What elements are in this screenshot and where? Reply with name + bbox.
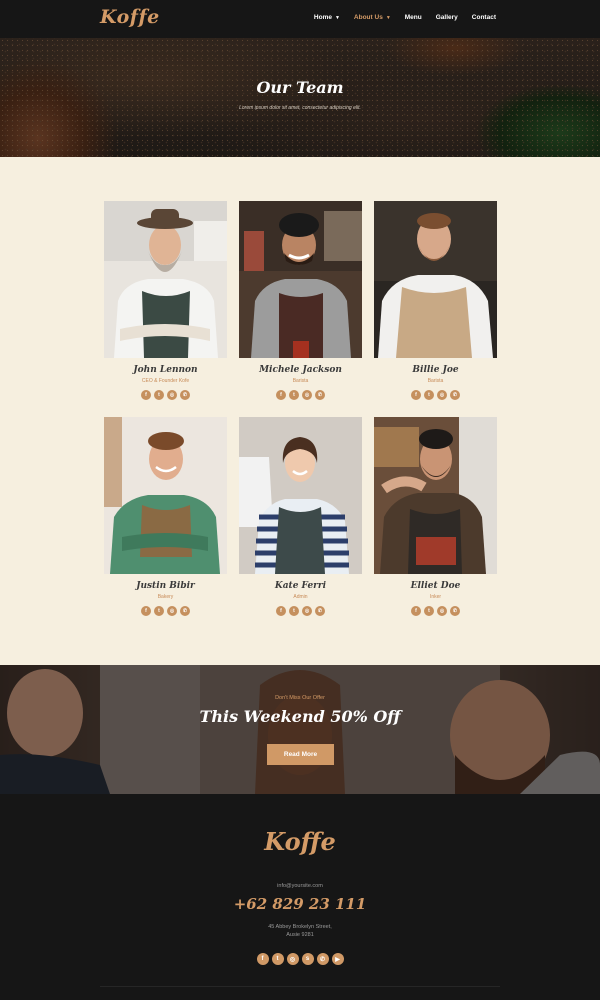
whatsapp-icon[interactable]: ✆ — [450, 606, 460, 616]
facebook-icon[interactable]: f — [141, 390, 151, 400]
nav-about-us-label: About Us — [353, 14, 383, 21]
team-photo — [374, 201, 497, 358]
nav-home-label: Home — [313, 14, 332, 21]
twitter-icon[interactable]: t — [154, 606, 164, 616]
team-photo — [374, 417, 497, 574]
whatsapp-icon[interactable]: ✆ — [315, 390, 325, 400]
promo-banner: Don't Miss Our Offer This Weekend 50% Of… — [0, 665, 600, 794]
member-name: Kate Ferri — [274, 581, 327, 591]
site-logo[interactable]: Koffe — [100, 6, 160, 28]
site-footer: Koffe info@yoursite.com +62 829 23 111 4… — [0, 794, 600, 1000]
hero-banner: Our Team Lorem ipsum dolor sit amet, con… — [0, 38, 600, 157]
nav-contact[interactable]: Contact — [472, 14, 496, 21]
footer-email[interactable]: info@yoursite.com — [0, 883, 600, 889]
member-role: Bakery — [157, 594, 174, 600]
nav-about-us[interactable]: About Us ▼ — [354, 14, 391, 21]
member-socials: f t ◎ ✆ — [104, 390, 227, 400]
team-photo — [239, 417, 362, 574]
nav-contact-label: Contact — [471, 14, 496, 21]
promo-overlay — [0, 665, 600, 794]
member-role: Inker — [429, 594, 442, 600]
page-subtitle: Lorem ipsum dolor sit amet, consectetur … — [239, 105, 361, 111]
team-photo — [239, 201, 362, 358]
footer-phone[interactable]: +62 829 23 111 — [0, 895, 600, 913]
promo-tag: Don't Miss Our Offer — [275, 695, 325, 701]
instagram-icon[interactable]: ◎ — [302, 390, 312, 400]
nav-gallery-label: Gallery — [435, 14, 458, 21]
facebook-icon[interactable]: f — [276, 606, 286, 616]
twitter-icon[interactable]: t — [271, 953, 284, 965]
member-role: CEO & Founder Kofe — [141, 378, 190, 384]
team-card: Elliet Doe Inker f t ◎ ✆ — [374, 417, 497, 616]
team-photo — [104, 201, 227, 358]
twitter-icon[interactable]: t — [424, 606, 434, 616]
twitter-icon[interactable]: t — [289, 606, 299, 616]
read-more-button[interactable]: Read More — [267, 744, 334, 765]
nav-menu-label: Menu — [404, 14, 422, 21]
member-name: Justin Bibir — [136, 581, 195, 591]
main-nav: Home ▼ About Us ▼ Menu Gallery Contact — [300, 14, 496, 21]
instagram-icon[interactable]: ◎ — [302, 606, 312, 616]
member-name: Michele Jackson — [259, 365, 342, 375]
skype-icon[interactable]: s — [301, 953, 314, 965]
whatsapp-icon[interactable]: ✆ — [180, 606, 190, 616]
member-socials: f t ◎ ✆ — [104, 606, 227, 616]
instagram-icon[interactable]: ◎ — [167, 390, 177, 400]
member-socials: f t ◎ ✆ — [239, 390, 362, 400]
page-title: Our Team — [256, 78, 344, 97]
nav-gallery[interactable]: Gallery — [436, 14, 458, 21]
youtube-icon[interactable]: ▶ — [331, 953, 344, 965]
member-name: Elliet Doe — [410, 581, 461, 591]
twitter-icon[interactable]: t — [154, 390, 164, 400]
whatsapp-icon[interactable]: ✆ — [316, 953, 329, 965]
footer-socials: f t ◎ s ✆ ▶ — [0, 953, 600, 965]
member-name: Billie Joe — [412, 365, 459, 375]
instagram-icon[interactable]: ◎ — [437, 606, 447, 616]
site-header: Koffe Home ▼ About Us ▼ Menu Gallery Conta… — [0, 0, 600, 38]
twitter-icon[interactable]: t — [424, 390, 434, 400]
member-socials: f t ◎ ✆ — [239, 606, 362, 616]
coffee-beans-background — [0, 38, 600, 157]
chevron-down-icon: ▼ — [334, 14, 340, 21]
instagram-icon[interactable]: ◎ — [167, 606, 177, 616]
facebook-icon[interactable]: f — [141, 606, 151, 616]
footer-divider — [100, 986, 500, 987]
facebook-icon[interactable]: f — [276, 390, 286, 400]
member-role: Barista — [292, 378, 309, 384]
chevron-down-icon: ▼ — [385, 14, 391, 21]
team-card: Michele Jackson Barista f t ◎ ✆ — [239, 201, 362, 400]
member-socials: f t ◎ ✆ — [374, 606, 497, 616]
whatsapp-icon[interactable]: ✆ — [315, 606, 325, 616]
nav-home[interactable]: Home ▼ — [314, 14, 340, 21]
member-socials: f t ◎ ✆ — [374, 390, 497, 400]
footer-address-line2: Ausie 9281 — [286, 932, 314, 938]
team-card: John Lennon CEO & Founder Kofe f t ◎ ✆ — [104, 201, 227, 400]
instagram-icon[interactable]: ◎ — [286, 953, 299, 965]
member-name: John Lennon — [133, 365, 198, 375]
footer-logo[interactable]: Koffe — [0, 827, 600, 856]
member-role: Admin — [293, 594, 308, 600]
whatsapp-icon[interactable]: ✆ — [180, 390, 190, 400]
team-photo — [104, 417, 227, 574]
instagram-icon[interactable]: ◎ — [437, 390, 447, 400]
nav-menu[interactable]: Menu — [405, 14, 422, 21]
footer-address: 45 Abbey Brokelyn Street, Ausie 9281 — [0, 923, 600, 939]
facebook-icon[interactable]: f — [411, 390, 421, 400]
team-card: Billie Joe Barista f t ◎ ✆ — [374, 201, 497, 400]
facebook-icon[interactable]: f — [411, 606, 421, 616]
whatsapp-icon[interactable]: ✆ — [450, 390, 460, 400]
facebook-icon[interactable]: f — [256, 953, 269, 965]
promo-title: This Weekend 50% Off — [199, 707, 401, 726]
team-card: Justin Bibir Bakery f t ◎ ✆ — [104, 417, 227, 616]
twitter-icon[interactable]: t — [289, 390, 299, 400]
member-role: Barista — [427, 378, 444, 384]
team-card: Kate Ferri Admin f t ◎ ✆ — [239, 417, 362, 616]
footer-address-line1: 45 Abbey Brokelyn Street, — [268, 924, 332, 930]
